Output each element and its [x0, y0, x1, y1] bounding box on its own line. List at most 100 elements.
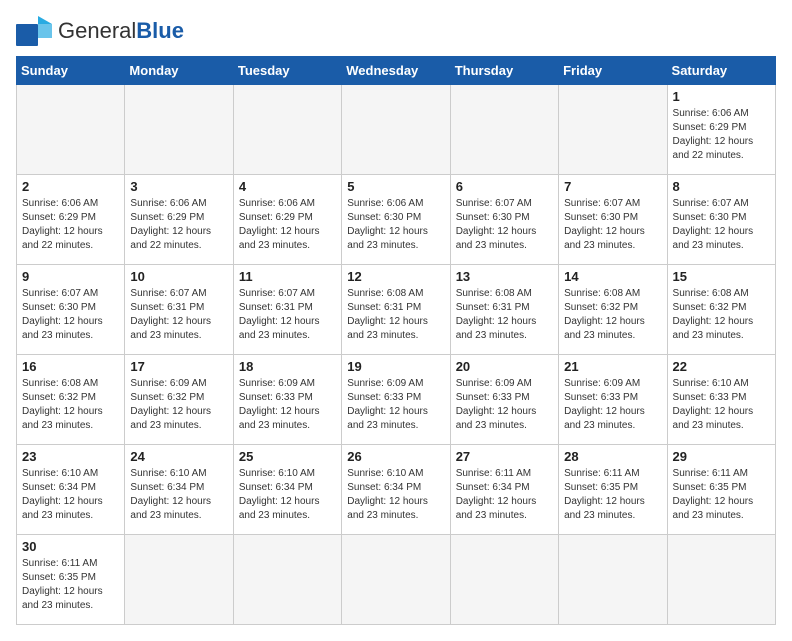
header: GeneralBlue [16, 16, 776, 46]
calendar-cell: 9Sunrise: 6:07 AMSunset: 6:30 PMDaylight… [17, 265, 125, 355]
day-info: Sunrise: 6:10 AMSunset: 6:34 PMDaylight:… [130, 467, 227, 523]
logo-icon [16, 16, 52, 46]
day-number: 17 [130, 359, 227, 374]
day-info: Sunrise: 6:09 AMSunset: 6:33 PMDaylight:… [347, 377, 444, 433]
day-info: Sunrise: 6:08 AMSunset: 6:31 PMDaylight:… [456, 287, 553, 343]
day-header-thursday: Thursday [450, 57, 558, 85]
day-number: 30 [22, 539, 119, 554]
calendar-cell: 18 Sunrise: 6:09 AMSunset: 6:33 PMDayligh… [233, 355, 341, 445]
day-info: Sunrise: 6:07 AMSunset: 6:31 PMDaylight:… [239, 287, 336, 343]
day-number: 18 [239, 359, 336, 374]
calendar-cell: 21 Sunrise: 6:09 AMSunset: 6:33 PMDayligh… [559, 355, 667, 445]
day-number: 3 [130, 179, 227, 194]
day-header-wednesday: Wednesday [342, 57, 450, 85]
day-number: 26 [347, 449, 444, 464]
day-number: 11 [239, 269, 336, 284]
day-number: 13 [456, 269, 553, 284]
calendar-cell: 19Sunrise: 6:09 AMSunset: 6:33 PMDayligh… [342, 355, 450, 445]
day-info: Sunrise: 6:06 AMSunset: 6:29 PMDaylight:… [22, 197, 119, 253]
calendar-cell: 6Sunrise: 6:07 AMSunset: 6:30 PMDaylight… [450, 175, 558, 265]
day-number: 27 [456, 449, 553, 464]
day-number: 14 [564, 269, 661, 284]
day-number: 1 [673, 89, 770, 104]
day-number: 22 [673, 359, 770, 374]
day-number: 16 [22, 359, 119, 374]
calendar-cell: 29 Sunrise: 6:11 AMSunset: 6:35 PMDayligh… [667, 445, 775, 535]
day-number: 7 [564, 179, 661, 194]
calendar-cell: 27 Sunrise: 6:11 AMSunset: 6:34 PMDayligh… [450, 445, 558, 535]
day-number: 15 [673, 269, 770, 284]
day-number: 2 [22, 179, 119, 194]
day-header-sunday: Sunday [17, 57, 125, 85]
calendar-cell: 16 Sunrise: 6:08 AMSunset: 6:32 PMDayligh… [17, 355, 125, 445]
calendar-cell [342, 535, 450, 625]
day-info: Sunrise: 6:09 AMSunset: 6:33 PMDaylight:… [239, 377, 336, 433]
calendar-table: SundayMondayTuesdayWednesdayThursdayFrid… [16, 56, 776, 625]
day-info: Sunrise: 6:11 AMSunset: 6:34 PMDaylight:… [456, 467, 553, 523]
calendar-cell: 26 Sunrise: 6:10 AMSunset: 6:34 PMDayligh… [342, 445, 450, 535]
day-info: Sunrise: 6:07 AMSunset: 6:31 PMDaylight:… [130, 287, 227, 343]
calendar-cell [125, 85, 233, 175]
day-info: Sunrise: 6:08 AMSunset: 6:32 PMDaylight:… [22, 377, 119, 433]
day-info: Sunrise: 6:07 AMSunset: 6:30 PMDaylight:… [456, 197, 553, 253]
day-number: 5 [347, 179, 444, 194]
day-info: Sunrise: 6:06 AMSunset: 6:29 PMDaylight:… [130, 197, 227, 253]
day-info: Sunrise: 6:07 AMSunset: 6:30 PMDaylight:… [22, 287, 119, 343]
calendar-cell: 1 Sunrise: 6:06 AMSunset: 6:29 PMDaylight… [667, 85, 775, 175]
day-info: Sunrise: 6:08 AMSunset: 6:32 PMDaylight:… [673, 287, 770, 343]
day-number: 8 [673, 179, 770, 194]
week-row-5: 23 Sunrise: 6:10 AMSunset: 6:34 PMDayligh… [17, 445, 776, 535]
day-info: Sunrise: 6:06 AMSunset: 6:30 PMDaylight:… [347, 197, 444, 253]
calendar-cell: 13 Sunrise: 6:08 AMSunset: 6:31 PMDayligh… [450, 265, 558, 355]
day-info: Sunrise: 6:10 AMSunset: 6:33 PMDaylight:… [673, 377, 770, 433]
calendar-cell: 2 Sunrise: 6:06 AMSunset: 6:29 PMDaylight… [17, 175, 125, 265]
week-row-4: 16 Sunrise: 6:08 AMSunset: 6:32 PMDayligh… [17, 355, 776, 445]
calendar-cell: 14 Sunrise: 6:08 AMSunset: 6:32 PMDayligh… [559, 265, 667, 355]
day-info: Sunrise: 6:07 AMSunset: 6:30 PMDaylight:… [564, 197, 661, 253]
logo: GeneralBlue [16, 16, 184, 46]
day-number: 4 [239, 179, 336, 194]
calendar-cell: 11 Sunrise: 6:07 AMSunset: 6:31 PMDayligh… [233, 265, 341, 355]
day-header-monday: Monday [125, 57, 233, 85]
calendar-cell: 20 Sunrise: 6:09 AMSunset: 6:33 PMDayligh… [450, 355, 558, 445]
day-info: Sunrise: 6:06 AMSunset: 6:29 PMDaylight:… [673, 107, 770, 163]
calendar-cell [342, 85, 450, 175]
day-number: 24 [130, 449, 227, 464]
calendar-cell [125, 535, 233, 625]
day-number: 29 [673, 449, 770, 464]
calendar-cell: 25Sunrise: 6:10 AMSunset: 6:34 PMDayligh… [233, 445, 341, 535]
day-info: Sunrise: 6:10 AMSunset: 6:34 PMDaylight:… [22, 467, 119, 523]
day-number: 23 [22, 449, 119, 464]
calendar-cell: 15 Sunrise: 6:08 AMSunset: 6:32 PMDayligh… [667, 265, 775, 355]
calendar-cell: 4 Sunrise: 6:06 AMSunset: 6:29 PMDaylight… [233, 175, 341, 265]
calendar-cell: 7 Sunrise: 6:07 AMSunset: 6:30 PMDaylight… [559, 175, 667, 265]
calendar-cell: 23 Sunrise: 6:10 AMSunset: 6:34 PMDayligh… [17, 445, 125, 535]
week-row-3: 9Sunrise: 6:07 AMSunset: 6:30 PMDaylight… [17, 265, 776, 355]
day-header-friday: Friday [559, 57, 667, 85]
day-info: Sunrise: 6:07 AMSunset: 6:30 PMDaylight:… [673, 197, 770, 253]
day-number: 12 [347, 269, 444, 284]
calendar-cell [559, 85, 667, 175]
day-info: Sunrise: 6:11 AMSunset: 6:35 PMDaylight:… [564, 467, 661, 523]
day-info: Sunrise: 6:10 AMSunset: 6:34 PMDaylight:… [347, 467, 444, 523]
day-number: 28 [564, 449, 661, 464]
day-info: Sunrise: 6:08 AMSunset: 6:31 PMDaylight:… [347, 287, 444, 343]
day-info: Sunrise: 6:11 AMSunset: 6:35 PMDaylight:… [22, 557, 119, 613]
day-number: 21 [564, 359, 661, 374]
calendar-cell: 8 Sunrise: 6:07 AMSunset: 6:30 PMDaylight… [667, 175, 775, 265]
logo-text: GeneralBlue [58, 18, 184, 44]
day-info: Sunrise: 6:09 AMSunset: 6:32 PMDaylight:… [130, 377, 227, 433]
day-info: Sunrise: 6:06 AMSunset: 6:29 PMDaylight:… [239, 197, 336, 253]
calendar-cell: 28 Sunrise: 6:11 AMSunset: 6:35 PMDayligh… [559, 445, 667, 535]
day-info: Sunrise: 6:08 AMSunset: 6:32 PMDaylight:… [564, 287, 661, 343]
calendar-cell [233, 535, 341, 625]
week-row-1: 1 Sunrise: 6:06 AMSunset: 6:29 PMDaylight… [17, 85, 776, 175]
calendar-cell: 22 Sunrise: 6:10 AMSunset: 6:33 PMDayligh… [667, 355, 775, 445]
day-info: Sunrise: 6:11 AMSunset: 6:35 PMDaylight:… [673, 467, 770, 523]
calendar-cell: 17 Sunrise: 6:09 AMSunset: 6:32 PMDayligh… [125, 355, 233, 445]
day-info: Sunrise: 6:09 AMSunset: 6:33 PMDaylight:… [456, 377, 553, 433]
day-number: 20 [456, 359, 553, 374]
day-info: Sunrise: 6:09 AMSunset: 6:33 PMDaylight:… [564, 377, 661, 433]
calendar-cell [450, 85, 558, 175]
week-row-2: 2 Sunrise: 6:06 AMSunset: 6:29 PMDaylight… [17, 175, 776, 265]
